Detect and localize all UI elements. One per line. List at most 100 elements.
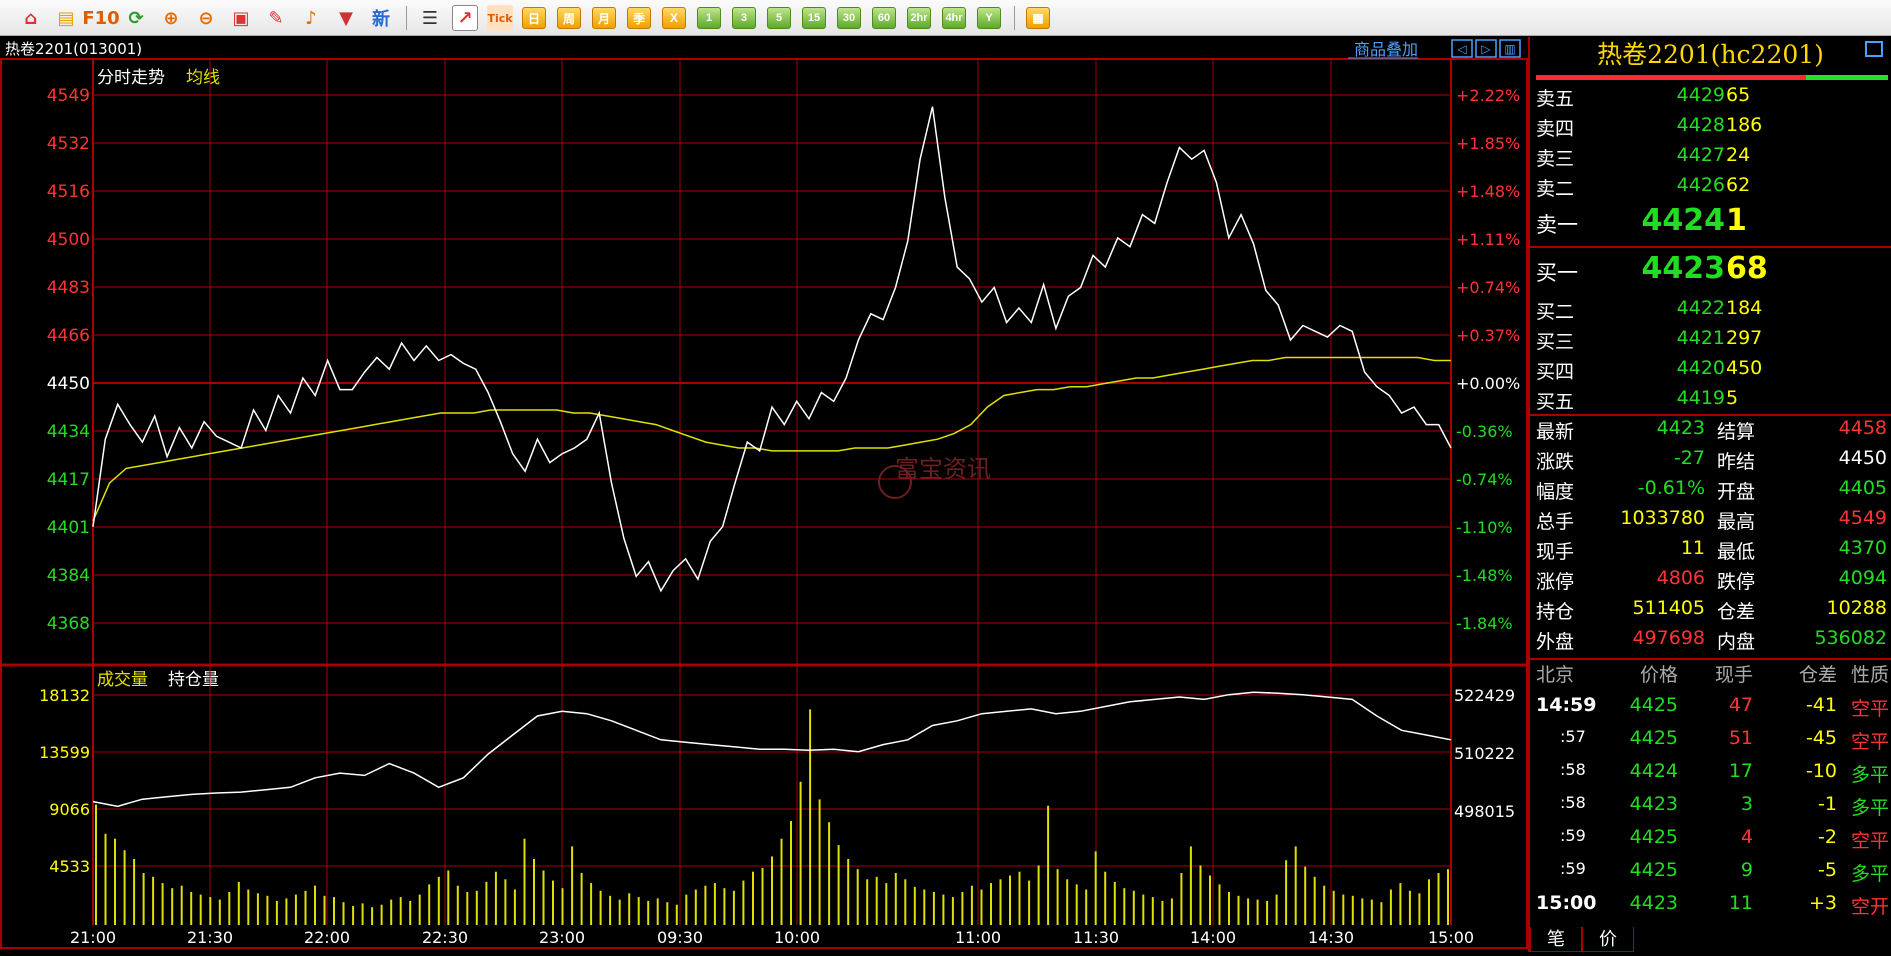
overlay-link[interactable]: 商品叠加 [1354,40,1418,59]
ask-level-label: 卖五 [1536,88,1575,110]
bid-row: 买四 4420 450 [1530,357,1891,385]
percent-tick-label: -1.10% [1456,518,1513,537]
percent-tick-label: -0.36% [1456,422,1513,441]
minute-button-6[interactable]: 2hr [907,7,931,29]
chevron-right-icon: ▷ [1481,42,1491,56]
bell-icon[interactable]: ♪ [298,5,324,31]
period-button-0[interactable]: 日 [522,7,546,29]
trade-header-row: 北京 价格 现手 仓差 性质 [1530,660,1891,688]
trade-row: :58 4423 3 -1 多平 [1530,793,1891,823]
toolbar-separator [1014,6,1015,30]
pen-icon[interactable]: ✎ [263,5,289,31]
stat-row: 幅度 -0.61% 开盘 4405 [1530,477,1891,505]
bid-volume: 68 [1726,251,1768,286]
period-button-3[interactable]: 季 [627,7,651,29]
trade-type: 空平 [1850,731,1889,753]
stat-label: 外盘 [1536,631,1575,653]
trade-row: :59 4425 9 -5 多平 [1530,859,1891,889]
trade-time: :58 [1560,793,1586,812]
period-button-1[interactable]: 周 [557,7,581,29]
period-button-2[interactable]: 月 [592,7,616,29]
filter-icon[interactable]: ▼ [333,5,359,31]
stat-label: 最新 [1536,421,1575,443]
ask-row: 卖二 4426 62 [1530,174,1891,202]
stat-value: 4458 [1838,417,1887,439]
table-view-button[interactable]: ☰ [417,5,443,31]
minute-button-2[interactable]: 5 [767,7,791,29]
price-tick-label: 4450 [47,374,90,394]
zoom-out-icon[interactable]: ⊖ [193,5,219,31]
trade-price: 4423 [1629,793,1678,815]
trade-price: 4424 [1629,760,1678,782]
stat-row: 总手 1033780 最高 4549 [1530,507,1891,535]
stat-label: 开盘 [1717,481,1756,503]
time-tick-label: 09:30 [657,928,703,947]
stat-row: 最新 4423 结算 4458 [1530,417,1891,445]
panel-icon: ▥ [1504,42,1515,56]
minute-button-4[interactable]: 30 [837,7,861,29]
time-tick-label: 15:00 [1428,928,1474,947]
minute-button-3[interactable]: 15 [802,7,826,29]
bid-price: 4421 [1676,327,1725,349]
bid-level-label: 买一 [1536,261,1578,285]
tab-prices[interactable]: 价 [1582,927,1634,952]
trade-row: :59 4425 4 -2 空平 [1530,826,1891,856]
stat-label: 涨跌 [1536,451,1575,473]
minute-button-8[interactable]: Y [977,7,1001,29]
new-icon[interactable]: 新 [368,5,394,31]
stat-value: -27 [1673,447,1705,469]
bid-row: 买五 4419 5 [1530,387,1891,415]
trade-volume: 4 [1740,826,1753,848]
trade-type: 多平 [1850,764,1889,786]
trade-row: :58 4424 17 -10 多平 [1530,760,1891,790]
stat-value: 4450 [1838,447,1887,469]
percent-tick-label: +1.48% [1456,182,1520,201]
ask-row: 卖四 4428 186 [1530,114,1891,142]
tab-ticks[interactable]: 笔 [1530,927,1582,952]
stack-icon[interactable]: ▤ [53,5,79,31]
time-tick-label: 21:00 [70,928,116,947]
refresh-icon[interactable]: ⟳ [123,5,149,31]
trade-column-header: 现手 [1714,664,1753,686]
bid-price: 4422 [1676,297,1725,319]
intraday-chart-button[interactable]: ↗ [452,5,478,31]
quote-panel: 热卷2201(hc2201) 卖五 4429 65 卖四 4428 186 卖三 4427 24… [1528,37,1891,952]
ask-level-label: 卖四 [1536,118,1575,140]
restore-window-icon[interactable] [1865,41,1883,57]
price-tick-label: 4368 [47,614,90,634]
home-icon[interactable]: ⌂ [18,5,44,31]
ask-price: 4427 [1676,144,1725,166]
zoom-in-icon[interactable]: ⊕ [158,5,184,31]
trade-volume: 9 [1740,859,1753,881]
minute-button-0[interactable]: 1 [697,7,721,29]
stat-value: 4423 [1656,417,1705,439]
trade-column-header: 北京 [1536,664,1575,686]
time-tick-label: 14:30 [1308,928,1354,947]
order-book-divider [1530,246,1891,248]
trade-type: 多平 [1850,797,1889,819]
trade-column-header: 价格 [1639,664,1678,686]
period-button-4[interactable]: X [662,7,686,29]
tick-button[interactable]: Tick [487,5,513,31]
window-icon[interactable]: ▣ [228,5,254,31]
f10-icon[interactable]: F10 [82,5,119,31]
stat-label: 总手 [1536,511,1575,533]
calculator-icon[interactable]: ▦ [1026,7,1050,29]
ask-price: 4429 [1676,84,1725,106]
red-green-ratio-bar-green [1806,75,1888,80]
minute-button-5[interactable]: 60 [872,7,896,29]
trade-row: 15:00 4423 11 +3 空开 [1530,892,1891,922]
open-interest-line [92,691,1452,808]
percent-tick-label: -1.48% [1456,566,1513,585]
percent-tick-label: +0.74% [1456,278,1520,297]
ask-row: 卖五 4429 65 [1530,84,1891,112]
minute-button-7[interactable]: 4hr [942,7,966,29]
stat-value: 536082 [1814,627,1887,649]
legend-price: 分时走势 [97,68,165,88]
stats-divider [1530,414,1891,416]
bid-row: 买一 4423 68 [1530,251,1891,291]
time-tick-label: 21:30 [187,928,233,947]
minute-button-1[interactable]: 3 [732,7,756,29]
open-interest-tick-label: 510222 [1454,744,1515,763]
percent-tick-label: +1.85% [1456,134,1520,153]
